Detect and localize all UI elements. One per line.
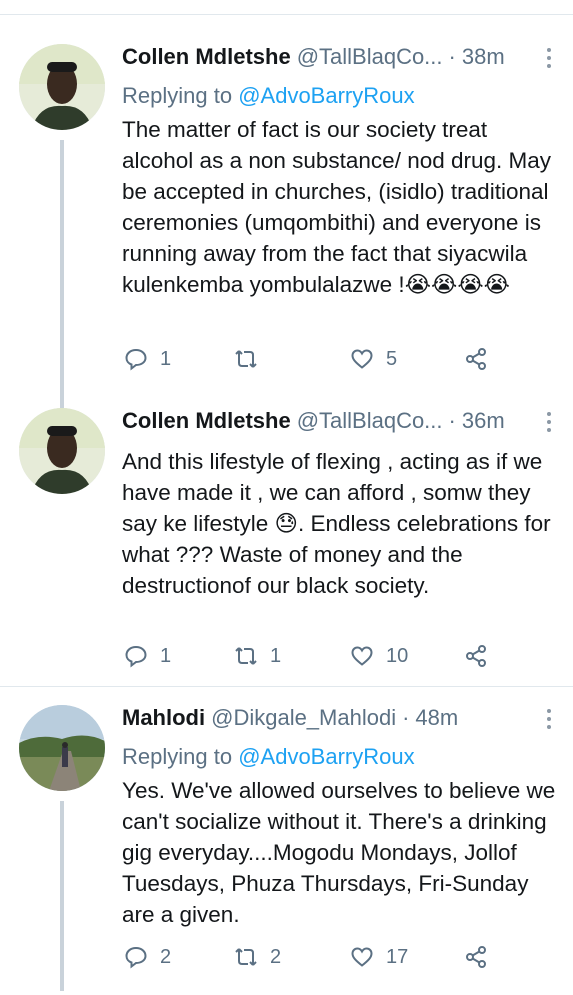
like-button[interactable]: 5: [350, 344, 397, 374]
reply-icon: [125, 946, 147, 969]
replying-to: Replying to @AdvoBarryRoux: [122, 741, 562, 773]
like-icon: [351, 947, 373, 967]
avatar[interactable]: [19, 44, 105, 130]
reply-count: 2: [160, 945, 172, 968]
retweet-button[interactable]: 1: [234, 641, 281, 671]
tweet-text: Yes. We've allowed ourselves to believe …: [122, 778, 556, 927]
replying-to: Replying to @AdvoBarryRoux: [122, 80, 562, 112]
tweet-text: The matter of fact is our society treat …: [122, 117, 552, 297]
share-button[interactable]: [464, 344, 488, 374]
tweet-content: Collen Mdletshe @TallBlaqCo... · 36m And…: [122, 408, 562, 668]
separator-dot: ·: [402, 705, 410, 730]
tweet-content: Collen Mdletshe @TallBlaqCo... · 38m Rep…: [122, 44, 562, 371]
tweet[interactable]: Collen Mdletshe @TallBlaqCo... · 36m And…: [0, 408, 573, 668]
thread-line: [60, 140, 64, 415]
display-name[interactable]: Collen Mdletshe: [122, 408, 291, 434]
retweet-button[interactable]: 2: [234, 942, 281, 972]
separator-dot: ·: [448, 44, 456, 69]
reply-button[interactable]: 1: [124, 641, 171, 671]
reply-button[interactable]: 2: [124, 942, 171, 972]
reply-icon: [125, 645, 147, 668]
timestamp[interactable]: 38m: [462, 44, 505, 70]
like-count: 10: [386, 644, 409, 667]
display-name[interactable]: Collen Mdletshe: [122, 44, 291, 70]
more-icon[interactable]: [542, 412, 556, 436]
tweet-separator: [0, 686, 573, 687]
thread-line: [60, 801, 64, 991]
display-name[interactable]: Mahlodi: [122, 705, 205, 731]
like-button[interactable]: 10: [350, 641, 408, 671]
share-icon: [466, 348, 486, 370]
more-icon[interactable]: [542, 48, 556, 72]
user-handle[interactable]: @TallBlaqCo...: [297, 44, 443, 70]
more-icon[interactable]: [542, 709, 556, 733]
share-icon: [466, 645, 486, 667]
tweet-header: Collen Mdletshe @TallBlaqCo... · 38m: [122, 44, 562, 80]
top-divider: [0, 14, 573, 15]
like-count: 17: [386, 945, 409, 968]
retweet-icon: [235, 350, 257, 368]
share-button[interactable]: [464, 641, 488, 671]
separator-dot: ·: [448, 408, 456, 433]
tweet-text: And this lifestyle of flexing , acting a…: [122, 449, 551, 598]
replying-to-label: Replying to: [122, 744, 233, 769]
like-button[interactable]: 17: [350, 942, 408, 972]
tweet-actions: 2 2 17: [122, 942, 542, 972]
tweet[interactable]: Collen Mdletshe @TallBlaqCo... · 38m Rep…: [0, 44, 573, 415]
tweet-content: Mahlodi @Dikgale_Mahlodi · 48m Replying …: [122, 705, 562, 969]
like-icon: [351, 349, 373, 369]
avatar[interactable]: [19, 408, 105, 494]
tweet[interactable]: Mahlodi @Dikgale_Mahlodi · 48m Replying …: [0, 705, 573, 991]
tweet-actions: 1 5: [122, 344, 542, 374]
reply-button[interactable]: 1: [124, 344, 171, 374]
share-icon: [466, 946, 486, 968]
retweet-count: 1: [270, 644, 282, 667]
retweet-icon: [235, 647, 257, 665]
reply-icon: [125, 348, 147, 371]
timestamp[interactable]: 48m: [415, 705, 458, 731]
retweet-icon: [235, 948, 257, 966]
replying-to-label: Replying to: [122, 83, 233, 108]
timestamp[interactable]: 36m: [462, 408, 505, 434]
tweet-header: Collen Mdletshe @TallBlaqCo... · 36m: [122, 408, 562, 444]
mention-link[interactable]: @AdvoBarryRoux: [238, 83, 414, 108]
avatar[interactable]: [19, 705, 105, 791]
user-handle[interactable]: @TallBlaqCo...: [297, 408, 443, 434]
share-button[interactable]: [464, 942, 488, 972]
retweet-count: 2: [270, 945, 282, 968]
like-icon: [351, 646, 373, 666]
tweet-header: Mahlodi @Dikgale_Mahlodi · 48m: [122, 705, 562, 741]
like-count: 5: [386, 347, 398, 370]
user-handle[interactable]: @Dikgale_Mahlodi: [211, 705, 396, 731]
reply-count: 1: [160, 644, 172, 667]
tweet-actions: 1 1 10: [122, 641, 542, 671]
retweet-button[interactable]: [234, 344, 270, 374]
mention-link[interactable]: @AdvoBarryRoux: [238, 744, 414, 769]
reply-count: 1: [160, 347, 172, 370]
